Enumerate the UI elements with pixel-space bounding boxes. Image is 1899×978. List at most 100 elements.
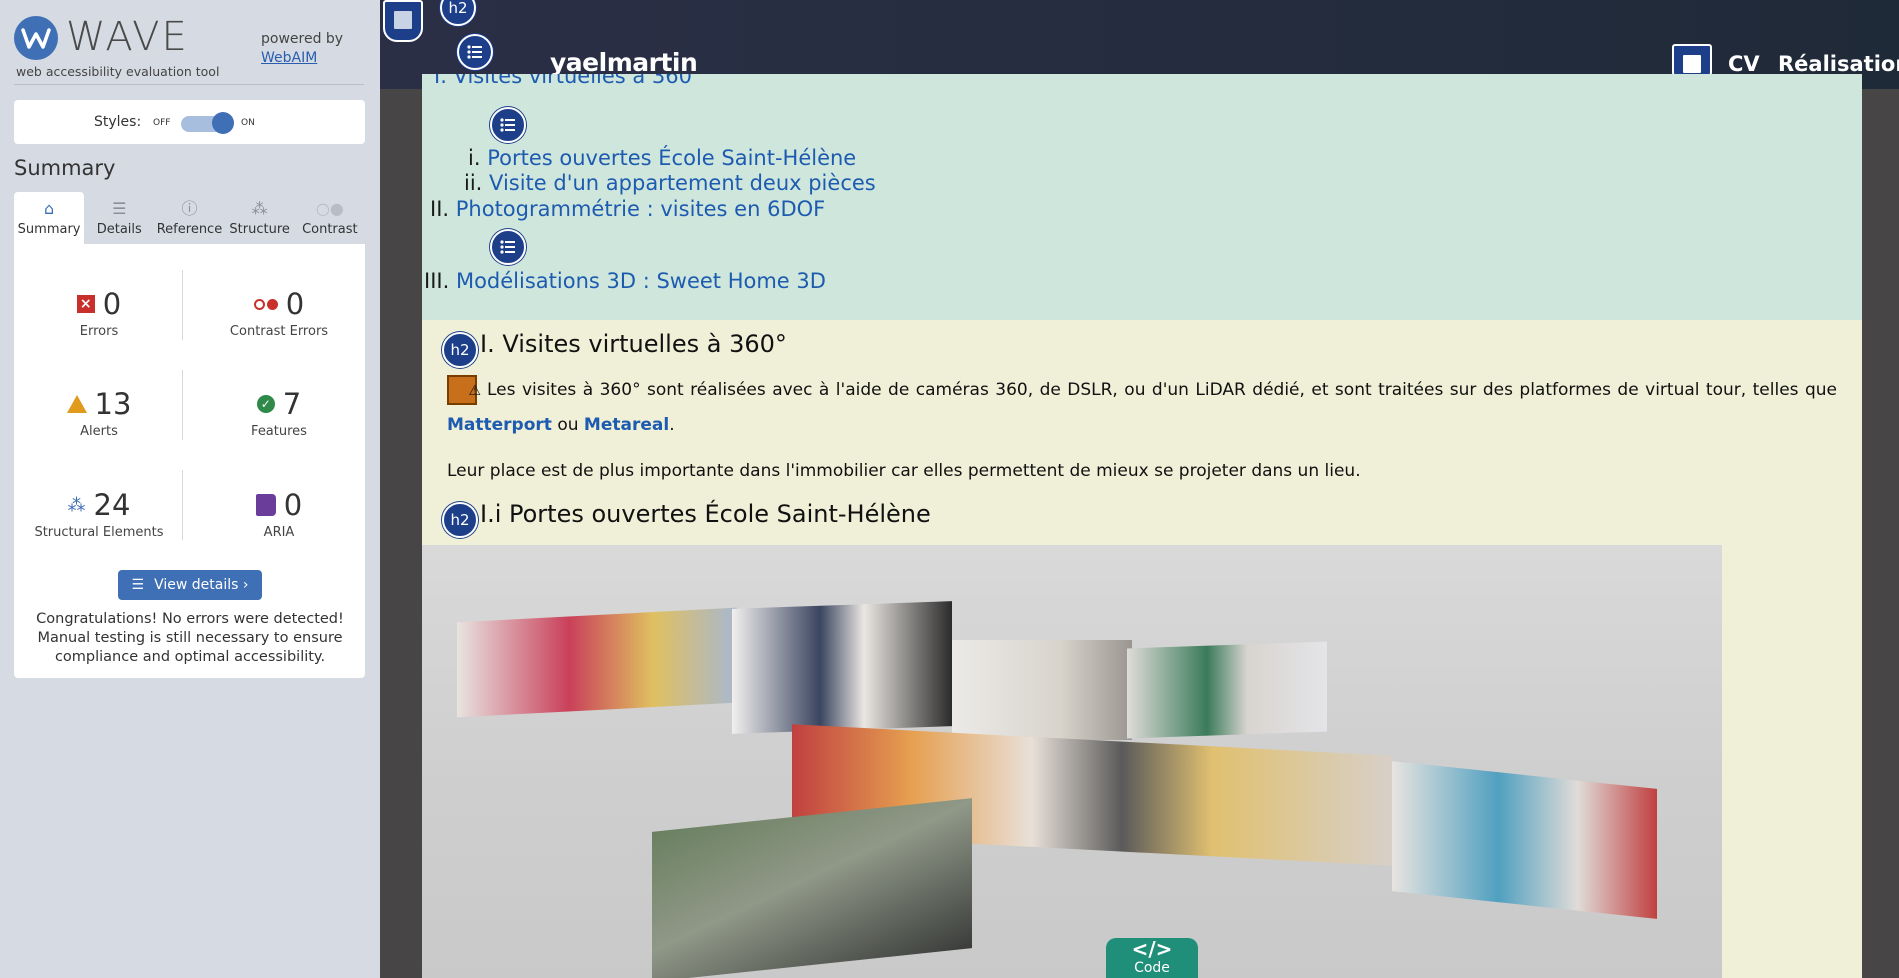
summary-heading: Summary	[14, 156, 116, 180]
room	[652, 798, 972, 978]
stat-value: 0	[283, 488, 303, 522]
para-text: ou	[557, 415, 579, 435]
structure-icon: ⁂	[251, 199, 268, 218]
stat-value: 13	[94, 387, 132, 421]
stat-features[interactable]: ✓ 7 Features	[199, 386, 359, 439]
wave-alert-icon[interactable]	[447, 374, 481, 409]
wave-subtitle: web accessibility evaluation tool	[16, 64, 220, 79]
stat-value: 0	[285, 287, 305, 321]
wave-sidebar: WAVE web accessibility evaluation tool p…	[0, 0, 380, 978]
wave-h2-badge[interactable]: h2	[442, 502, 478, 538]
site-logo[interactable]: yaelmartin	[550, 48, 698, 77]
styles-toggle-box: Styles: OFF ON	[14, 100, 365, 144]
table-of-contents: i. Portes ouvertes École Saint-Hélène ii…	[422, 89, 1862, 320]
tab-reference[interactable]: ⓘ Reference	[154, 192, 224, 244]
info-icon: ⓘ	[181, 199, 198, 218]
tab-details[interactable]: ☰ Details	[84, 192, 154, 244]
styles-label: Styles:	[94, 114, 142, 130]
toc-number: II.	[430, 197, 450, 221]
alert-icon	[66, 395, 87, 413]
toc-number: III.	[424, 269, 450, 293]
error-icon: ×	[76, 295, 95, 313]
stat-aria[interactable]: 0 ARIA	[199, 487, 359, 540]
wave-title: WAVE	[66, 14, 189, 60]
stat-structural[interactable]: ⁂ 24 Structural Elements	[19, 487, 179, 540]
code-button[interactable]: </> Code	[1106, 938, 1198, 978]
stat-errors[interactable]: × 0 Errors	[19, 286, 179, 339]
tab-label: Summary	[17, 222, 81, 237]
code-icon: </>	[1131, 937, 1173, 961]
wave-h2-badge[interactable]: h2	[442, 332, 478, 368]
toc-item: III. Modélisations 3D : Sweet Home 3D	[424, 269, 826, 293]
congrats-message: Congratulations! No errors were detected…	[36, 611, 344, 665]
view-details-button[interactable]: ☰ View details ›	[118, 570, 262, 600]
evaluated-page: h2 yaelmartin CV Réalisations i. Portes …	[380, 0, 1899, 978]
wave-logo-icon	[14, 16, 58, 60]
styles-toggle-knob[interactable]	[212, 112, 234, 134]
tab-contrast[interactable]: ○● Contrast	[295, 192, 365, 244]
divider	[14, 84, 364, 85]
powered-by-label: powered by	[261, 31, 344, 47]
list-icon: ☰	[112, 199, 127, 218]
tab-label: Details	[96, 222, 142, 237]
toc-link[interactable]: Portes ouvertes École Saint-Hélène	[487, 146, 856, 170]
wave-list-icon[interactable]	[490, 107, 526, 143]
feature-check-icon: ✓	[256, 395, 275, 413]
stat-label: ARIA	[263, 525, 295, 540]
stat-value: 24	[93, 488, 131, 522]
tab-summary[interactable]: ⌂ Summary	[14, 192, 85, 244]
stat-label: Alerts	[80, 424, 118, 439]
stat-alerts[interactable]: 13 Alerts	[19, 386, 179, 439]
paragraph: Leur place est de plus importante dans l…	[447, 461, 1361, 481]
main-content: h2 I. Visites virtuelles à 360° Les visi…	[422, 320, 1862, 978]
toggle-off-label: OFF	[153, 118, 171, 128]
wave-header-icon[interactable]	[383, 0, 423, 42]
tab-label: Contrast	[302, 222, 358, 237]
toc-link[interactable]: Visite d'un appartement deux pièces	[489, 171, 876, 195]
intro-paragraph: Les visites à 360° sont réalisées avec à…	[447, 373, 1837, 443]
para-text: Les visites à 360° sont réalisées avec à…	[487, 380, 1837, 400]
powered-by: powered by WebAIM	[261, 30, 343, 68]
stat-value: 7	[282, 387, 302, 421]
toggle-on-label: ON	[241, 118, 255, 128]
wave-list-icon[interactable]	[490, 229, 526, 265]
view-details-label: View details ›	[154, 577, 249, 593]
divider	[182, 270, 183, 340]
stat-contrast-errors[interactable]: 0 Contrast Errors	[199, 286, 359, 339]
wave-list-icon[interactable]	[457, 34, 493, 70]
code-label: Code	[1134, 960, 1170, 976]
tab-label: Reference	[156, 222, 223, 237]
aria-icon	[255, 494, 276, 516]
nav-cv[interactable]: CV	[1728, 52, 1760, 76]
summary-panel: × 0 Errors 0 Contrast Errors 13 Alerts ✓ 7…	[14, 244, 365, 678]
stat-value: 0	[102, 287, 122, 321]
subsection-title: I.i Portes ouvertes École Saint-Hélène	[480, 500, 931, 528]
toc-link[interactable]: I. Visites virtuelles à 360	[434, 74, 692, 88]
contrast-icon: ○●	[315, 199, 344, 218]
room	[732, 601, 952, 734]
toc-number: i.	[468, 146, 481, 170]
room	[952, 640, 1132, 740]
stat-label: Features	[251, 424, 307, 439]
toc-number: ii.	[464, 171, 483, 195]
room	[457, 607, 737, 718]
list-icon: ☰	[131, 577, 145, 593]
toc-item: i. Portes ouvertes École Saint-Hélène	[468, 146, 856, 170]
toc-clipped-item: I. Visites virtuelles à 360	[422, 74, 1862, 89]
contrast-error-icon	[253, 298, 278, 310]
toc-link[interactable]: Modélisations 3D : Sweet Home 3D	[456, 269, 826, 293]
nav-realisations[interactable]: Réalisations	[1778, 52, 1899, 76]
webaim-link[interactable]: WebAIM	[261, 49, 343, 68]
tab-structure[interactable]: ⁂ Structure	[225, 192, 295, 244]
matterport-link[interactable]: Matterport	[447, 415, 552, 435]
wave-tabs: ⌂ Summary ☰ Details ⓘ Reference ⁂ Struct…	[14, 192, 365, 244]
home-icon: ⌂	[44, 199, 55, 218]
virtual-tour-dollhouse[interactable]	[422, 545, 1722, 978]
toc-item: ii. Visite d'un appartement deux pièces	[464, 171, 876, 195]
wave-h2-badge[interactable]: h2	[440, 0, 476, 26]
metareal-link[interactable]: Metareal	[584, 415, 669, 435]
stat-label: Structural Elements	[34, 525, 164, 540]
room	[1127, 641, 1327, 739]
toc-link[interactable]: Photogrammétrie : visites en 6DOF	[456, 197, 825, 221]
stat-label: Errors	[79, 324, 119, 339]
